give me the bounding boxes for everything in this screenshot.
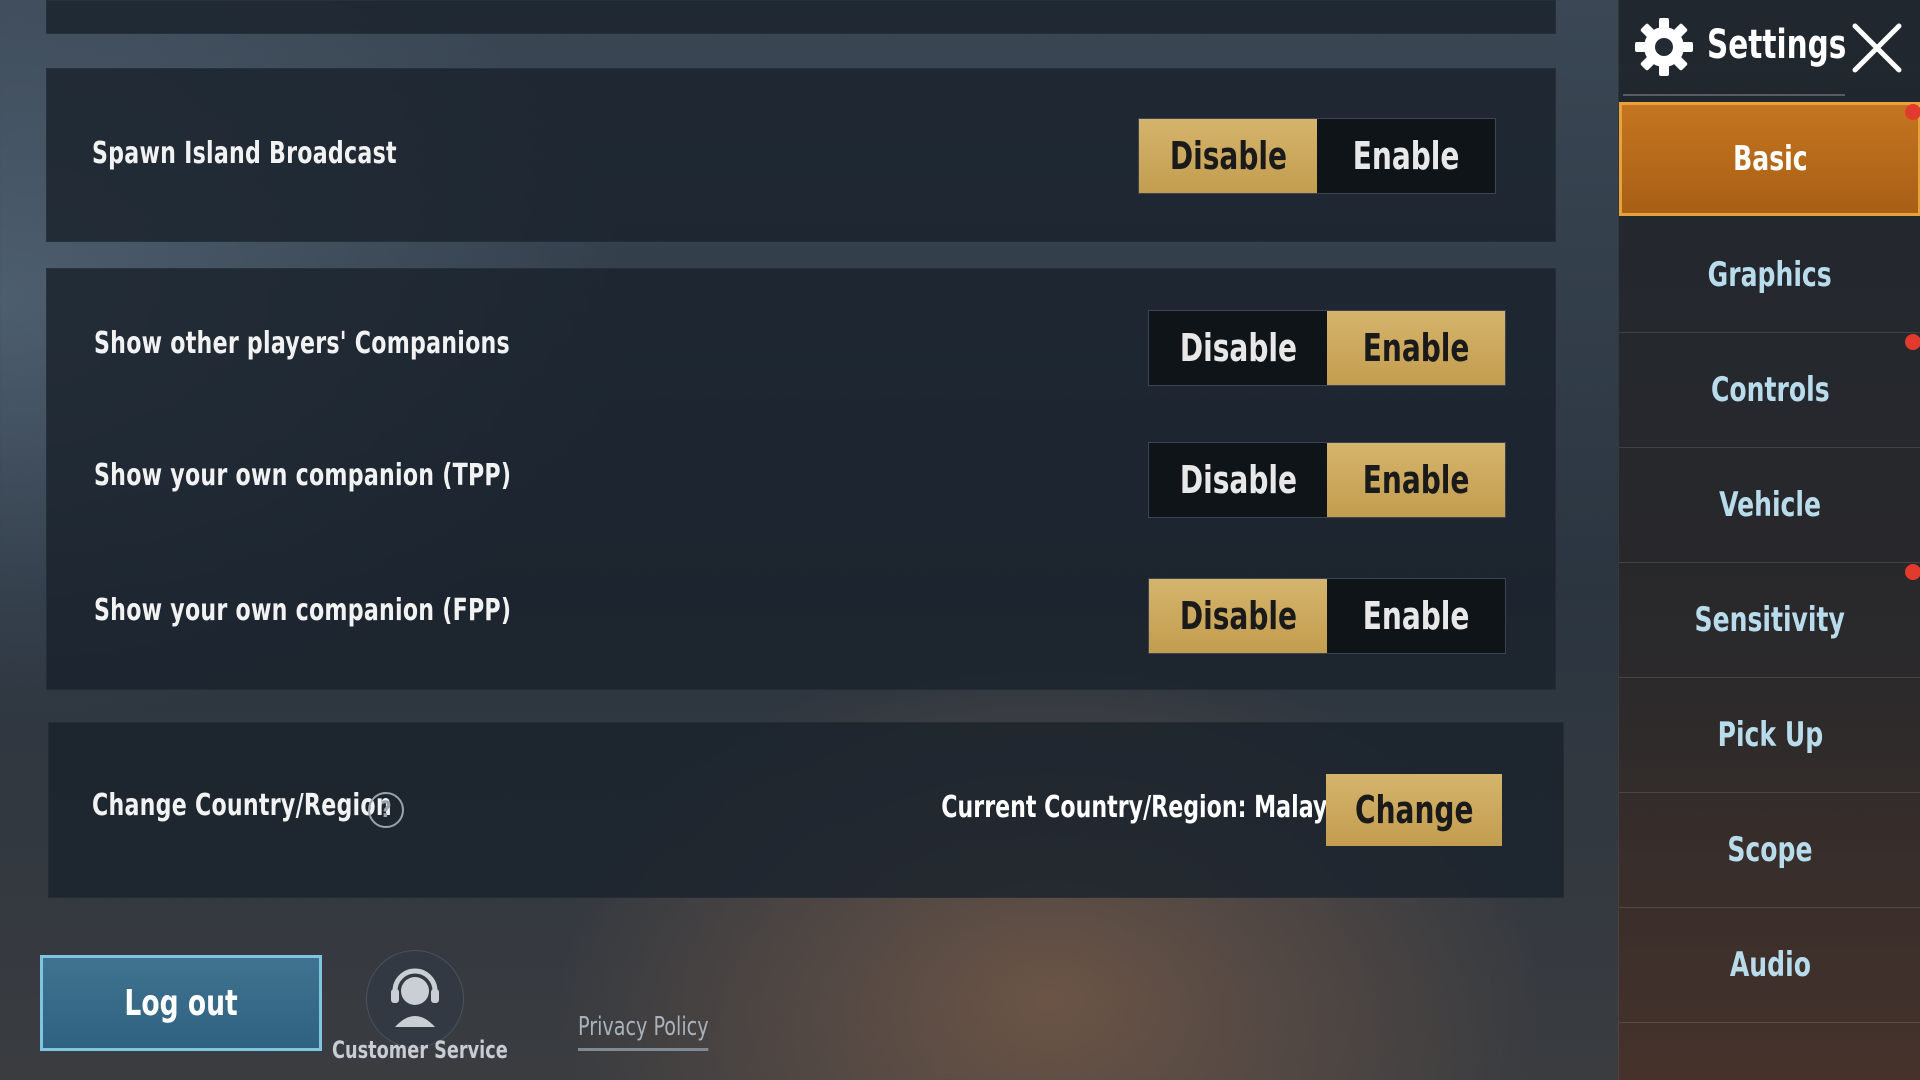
help-icon[interactable]: ? xyxy=(368,792,404,828)
close-icon[interactable] xyxy=(1847,18,1907,78)
own-companion-fpp-enable-button[interactable]: Enable xyxy=(1327,579,1505,653)
other-companions-label: Show other players' Companions xyxy=(94,326,510,361)
change-region-button[interactable]: Change xyxy=(1326,774,1502,846)
own-companion-tpp-enable-button[interactable]: Enable xyxy=(1327,443,1505,517)
settings-sidebar: Settings Basic Graphics Controls Vehicle… xyxy=(1618,0,1920,1080)
privacy-policy-link[interactable]: Privacy Policy xyxy=(578,1012,709,1051)
own-companion-tpp-label: Show your own companion (TPP) xyxy=(94,458,512,493)
basic-notification-dot xyxy=(1905,104,1920,120)
tab-vehicle[interactable]: Vehicle xyxy=(1619,448,1920,563)
tab-graphics[interactable]: Graphics xyxy=(1619,218,1920,333)
other-companions-toggle: Disable Enable xyxy=(1148,310,1506,386)
previous-settings-panel xyxy=(46,0,1556,34)
header-divider xyxy=(1623,94,1845,96)
own-companion-tpp-toggle: Disable Enable xyxy=(1148,442,1506,518)
spawn-broadcast-disable-button[interactable]: Disable xyxy=(1139,119,1317,193)
spawn-broadcast-label: Spawn Island Broadcast xyxy=(92,136,397,171)
other-companions-enable-button[interactable]: Enable xyxy=(1327,311,1505,385)
tab-sensitivity[interactable]: Sensitivity xyxy=(1619,563,1920,678)
spawn-broadcast-toggle: Disable Enable xyxy=(1138,118,1496,194)
own-companion-tpp-disable-button[interactable]: Disable xyxy=(1149,443,1327,517)
country-region-label: Change Country/Region xyxy=(92,788,392,823)
tab-controls[interactable]: Controls xyxy=(1619,333,1920,448)
own-companion-fpp-toggle: Disable Enable xyxy=(1148,578,1506,654)
controls-notification-dot xyxy=(1905,334,1920,350)
gear-icon xyxy=(1635,18,1693,76)
tab-pick-up[interactable]: Pick Up xyxy=(1619,678,1920,793)
settings-title: Settings xyxy=(1707,22,1847,68)
tab-next-partial[interactable] xyxy=(1619,1023,1920,1080)
own-companion-fpp-disable-button[interactable]: Disable xyxy=(1149,579,1327,653)
spawn-broadcast-panel: Spawn Island Broadcast Disable Enable xyxy=(46,68,1556,242)
tab-audio[interactable]: Audio xyxy=(1619,908,1920,1023)
customer-service-label[interactable]: Customer Service xyxy=(332,1036,508,1064)
sidebar-header: Settings xyxy=(1619,0,1920,96)
tab-scope[interactable]: Scope xyxy=(1619,793,1920,908)
other-companions-disable-button[interactable]: Disable xyxy=(1149,311,1327,385)
companions-panel: Show other players' Companions Disable E… xyxy=(46,268,1556,690)
own-companion-fpp-label: Show your own companion (FPP) xyxy=(94,593,512,628)
customer-service-icon[interactable] xyxy=(366,950,464,1048)
spawn-broadcast-enable-button[interactable]: Enable xyxy=(1317,119,1495,193)
tab-basic[interactable]: Basic xyxy=(1619,102,1920,216)
sensitivity-notification-dot xyxy=(1905,564,1920,580)
logout-button[interactable]: Log out xyxy=(40,955,322,1051)
